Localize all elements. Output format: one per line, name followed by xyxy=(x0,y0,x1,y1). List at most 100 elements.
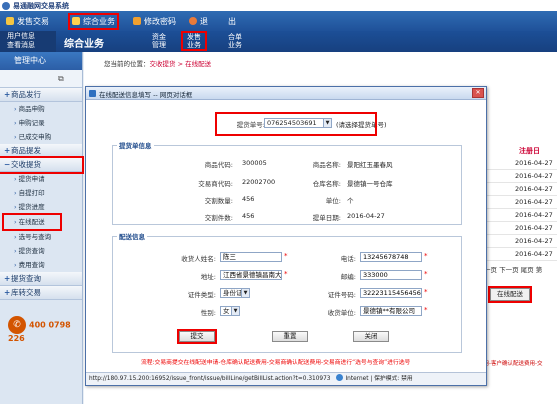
table-row[interactable]: 2016-04-27 xyxy=(479,222,557,235)
id-number-input[interactable]: 32223115456456 xyxy=(360,288,422,298)
delivery-pieces-value: 456 xyxy=(242,212,255,220)
subnav-issue-business[interactable]: 发售 业务 xyxy=(181,31,207,51)
phone-icon: ✆ xyxy=(8,316,26,334)
dialog-title: 在线配送信息填写 -- 网页对话框 xyxy=(99,91,193,99)
table-row[interactable]: 2016-04-27 xyxy=(479,157,557,170)
receiver-input[interactable]: 陈三 xyxy=(220,252,282,262)
hotline: ✆ 400 0798 226 xyxy=(8,316,82,343)
top-nav: 发售交易 综合业务 修改密码 退 出 xyxy=(0,11,557,31)
user-info-link[interactable]: 用户信息 xyxy=(7,32,35,41)
view-messages-link[interactable]: 查看消息 xyxy=(7,41,35,50)
user-panel: 用户信息 查看消息 xyxy=(0,31,56,52)
flow-note: 流程:交易商提交在线配送申请-仓库确认配送费用-交易商确认配送费用-交易商进行“… xyxy=(141,360,411,366)
menu-group-pickup-query[interactable]: +提货查询 xyxy=(0,272,82,286)
receiver-label: 收货人姓名: xyxy=(181,255,216,263)
online-delivery-button[interactable]: 在线配送 xyxy=(488,286,532,303)
warehouse-value: 景德镇一号仓库 xyxy=(347,180,393,188)
sidebar-collapse-toggle[interactable]: ⧉ xyxy=(0,70,82,88)
dealer-code-label: 交易商代码: xyxy=(198,180,233,188)
delivery-qty-label: 交割数量: xyxy=(204,197,233,205)
goods-code-label: 商品代码: xyxy=(204,161,233,169)
yen-icon xyxy=(6,17,14,25)
sub-nav: 用户信息 查看消息 综合业务 资金 管理 发售 业务 合单 业务 xyxy=(0,31,557,52)
ie-icon xyxy=(89,90,96,97)
arrow-icon: › xyxy=(14,218,17,226)
star-icon xyxy=(72,17,80,25)
menu-group-issue[interactable]: +商品发行 xyxy=(0,88,82,102)
pagination[interactable]: 一页 下一页 尾页 第 xyxy=(484,264,542,274)
warehouse-label: 仓库名称: xyxy=(312,180,341,188)
company-label: 收货单位: xyxy=(327,309,356,317)
bill-number-highlight xyxy=(215,112,377,136)
subnav-fund-management[interactable]: 资金 管理 xyxy=(148,33,170,49)
bill-date-label: 提单日期: xyxy=(312,214,341,222)
id-number-label: 证件号码: xyxy=(327,291,356,299)
address-input[interactable]: 江西省景德镇昌南大道88号 xyxy=(220,270,282,280)
nav-change-password[interactable]: 修改密码 xyxy=(133,15,176,28)
arrow-icon: › xyxy=(14,261,17,269)
zip-label: 邮编: xyxy=(340,273,356,281)
menu-group-transfer[interactable]: +库转交易 xyxy=(0,286,82,300)
table-row[interactable]: 2016-04-27 xyxy=(479,248,557,261)
menu-item-fee-query[interactable]: › 费用查询 xyxy=(0,258,82,272)
dealer-code-value: 22002700 xyxy=(242,178,276,186)
sidebar-header: 管理中心 xyxy=(0,52,82,70)
menu-item-online-delivery[interactable]: › 在线配送 xyxy=(2,213,62,231)
id-type-select[interactable]: 身份证 ▼ xyxy=(220,288,250,298)
delivery-info-legend: 配送信息 xyxy=(119,233,145,241)
chevron-down-icon: ▼ xyxy=(241,289,249,297)
id-type-label: 证件类型: xyxy=(187,291,216,299)
menu-item-filled-subscribe[interactable]: › 已成交申购 xyxy=(0,130,82,144)
status-url: http://180.97.15.200:16952/issue_front/i… xyxy=(89,376,331,382)
subnav-merge-business[interactable]: 合单 业务 xyxy=(224,33,246,49)
dialog-body: 提货单号: 076254503691 ▼ (请选择提货单号) 提货单信息 商品代码… xyxy=(86,100,486,372)
menu-item-select-query[interactable]: › 选号与查询 xyxy=(0,230,82,244)
menu-item-pickup-query[interactable]: › 提货查询 xyxy=(0,244,82,258)
arrow-icon: › xyxy=(14,189,17,197)
arrow-icon: › xyxy=(14,133,17,141)
close-button[interactable]: 关闭 xyxy=(353,331,389,342)
goods-info-group: 提货单信息 xyxy=(112,140,462,225)
table-row[interactable]: 2016-04-27 xyxy=(479,209,557,222)
sidebar: 管理中心 ⧉ +商品发行 › 商品申购 › 申购记录 › 已成交申购 +商品提发 −交… xyxy=(0,52,84,404)
nav-general-business[interactable]: 综合业务 xyxy=(68,13,119,30)
chevron-down-icon: ▼ xyxy=(231,307,239,315)
section-title: 综合业务 xyxy=(64,39,104,50)
globe-icon xyxy=(336,374,344,381)
nav-exit[interactable]: 出 xyxy=(228,15,236,28)
bg-flow-note: 费用-客户确认配送费用-交 xyxy=(478,361,543,367)
submit-button[interactable]: 提交 xyxy=(177,329,217,344)
menu-item-pickup-progress[interactable]: › 提货进度 xyxy=(0,200,82,214)
reset-button[interactable]: 重置 xyxy=(272,331,308,342)
company-input[interactable]: 景德镇**有限公司 xyxy=(360,306,422,316)
delivery-pieces-label: 交割件数: xyxy=(204,214,233,222)
unit-label: 单位: xyxy=(325,197,341,205)
arrow-icon: › xyxy=(14,175,17,183)
table-row[interactable]: 2016-04-27 xyxy=(479,170,557,183)
zip-input[interactable]: 333000 xyxy=(360,270,422,280)
phone-input[interactable]: 13245678748 xyxy=(360,252,422,262)
arrow-icon: › xyxy=(14,203,17,211)
close-icon[interactable]: ✕ xyxy=(472,88,484,98)
menu-item-subscribe[interactable]: › 商品申购 xyxy=(0,102,82,116)
menu-item-pickup-apply[interactable]: › 提货申请 xyxy=(0,172,82,186)
column-header-register-date: 注册日 xyxy=(519,147,540,155)
nav-issue-trade[interactable]: 发售交易 xyxy=(6,15,49,28)
menu-item-self-print[interactable]: › 自提打印 xyxy=(0,186,82,200)
table-row[interactable]: 2016-04-27 xyxy=(479,196,557,209)
menu-item-subscribe-record[interactable]: › 申购记录 xyxy=(0,116,82,130)
address-label: 地址: xyxy=(200,273,216,281)
menu-group-delivery[interactable]: −交收提货 xyxy=(0,156,84,174)
menu-group-goods-issue[interactable]: +商品提发 xyxy=(0,144,82,158)
arrow-icon: › xyxy=(14,119,17,127)
nav-logout[interactable]: 退 xyxy=(189,15,208,28)
phone-label: 电话: xyxy=(340,255,356,263)
table-row[interactable]: 2016-04-27 xyxy=(479,183,557,196)
gender-select[interactable]: 女 ▼ xyxy=(220,306,240,316)
app-title: 易通融网交易系统 xyxy=(13,2,69,10)
app-logo-icon xyxy=(2,2,10,10)
table-row[interactable]: 2016-04-27 xyxy=(479,235,557,248)
app-titlebar: 易通融网交易系统 xyxy=(0,0,557,11)
edit-icon xyxy=(133,17,141,25)
arrow-icon: › xyxy=(14,233,17,241)
